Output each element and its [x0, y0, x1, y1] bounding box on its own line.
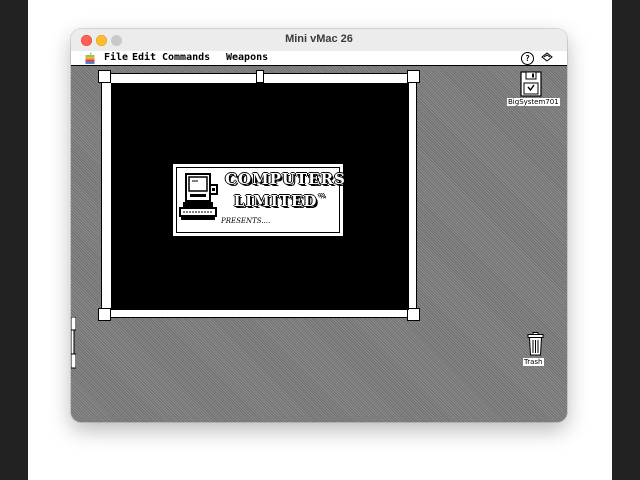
offscreen-window-edge[interactable] — [71, 317, 76, 369]
presents-text: PRESENTS.... — [221, 217, 271, 225]
game-window[interactable]: COMPUTERS LIMITED™ PRESENTS.... — [98, 70, 420, 321]
title-line-2: LIMITED™ — [225, 188, 335, 210]
window-title: Mini vMac 26 — [285, 33, 353, 45]
trash-can-icon[interactable] — [527, 332, 544, 356]
classic-mac-desktop[interactable]: File Edit Commands Weapons ? COMPUTERS L… — [71, 51, 567, 422]
trademark-symbol: ™ — [317, 192, 327, 202]
resize-corner-top-left[interactable] — [98, 70, 111, 83]
title-line-2-text: LIMITED — [233, 192, 318, 210]
title-card: COMPUTERS LIMITED™ PRESENTS.... — [171, 162, 345, 238]
game-title: COMPUTERS LIMITED™ — [225, 170, 346, 210]
vintage-computer-icon — [179, 173, 218, 220]
emulator-window: Mini vMac 26 File Edit Commands Weapons … — [71, 29, 567, 422]
emulator-title-bar[interactable]: Mini vMac 26 — [71, 29, 567, 52]
resize-corner-bottom-left[interactable] — [98, 308, 111, 321]
mac-menu-bar: File Edit Commands Weapons ? — [71, 51, 567, 66]
menu-edit[interactable]: Edit — [132, 52, 156, 64]
floppy-disk-icon[interactable] — [520, 71, 542, 97]
rainbow-apple-icon[interactable] — [85, 52, 95, 67]
menu-commands[interactable]: Commands — [162, 52, 210, 64]
right-letterbox-bar — [612, 0, 640, 480]
title-line-1: COMPUTERS — [225, 170, 346, 188]
disk-label[interactable]: BigSystem701 — [507, 98, 560, 106]
trash-label[interactable]: Trash — [523, 358, 544, 366]
application-menu-icon[interactable] — [541, 51, 553, 66]
menu-weapons[interactable]: Weapons — [226, 52, 268, 64]
resize-corner-top-right[interactable] — [407, 70, 420, 83]
help-balloon-icon[interactable]: ? — [521, 52, 534, 65]
left-letterbox-bar — [0, 0, 28, 480]
menu-file[interactable]: File — [104, 52, 128, 64]
window-drag-handle[interactable] — [256, 70, 264, 83]
